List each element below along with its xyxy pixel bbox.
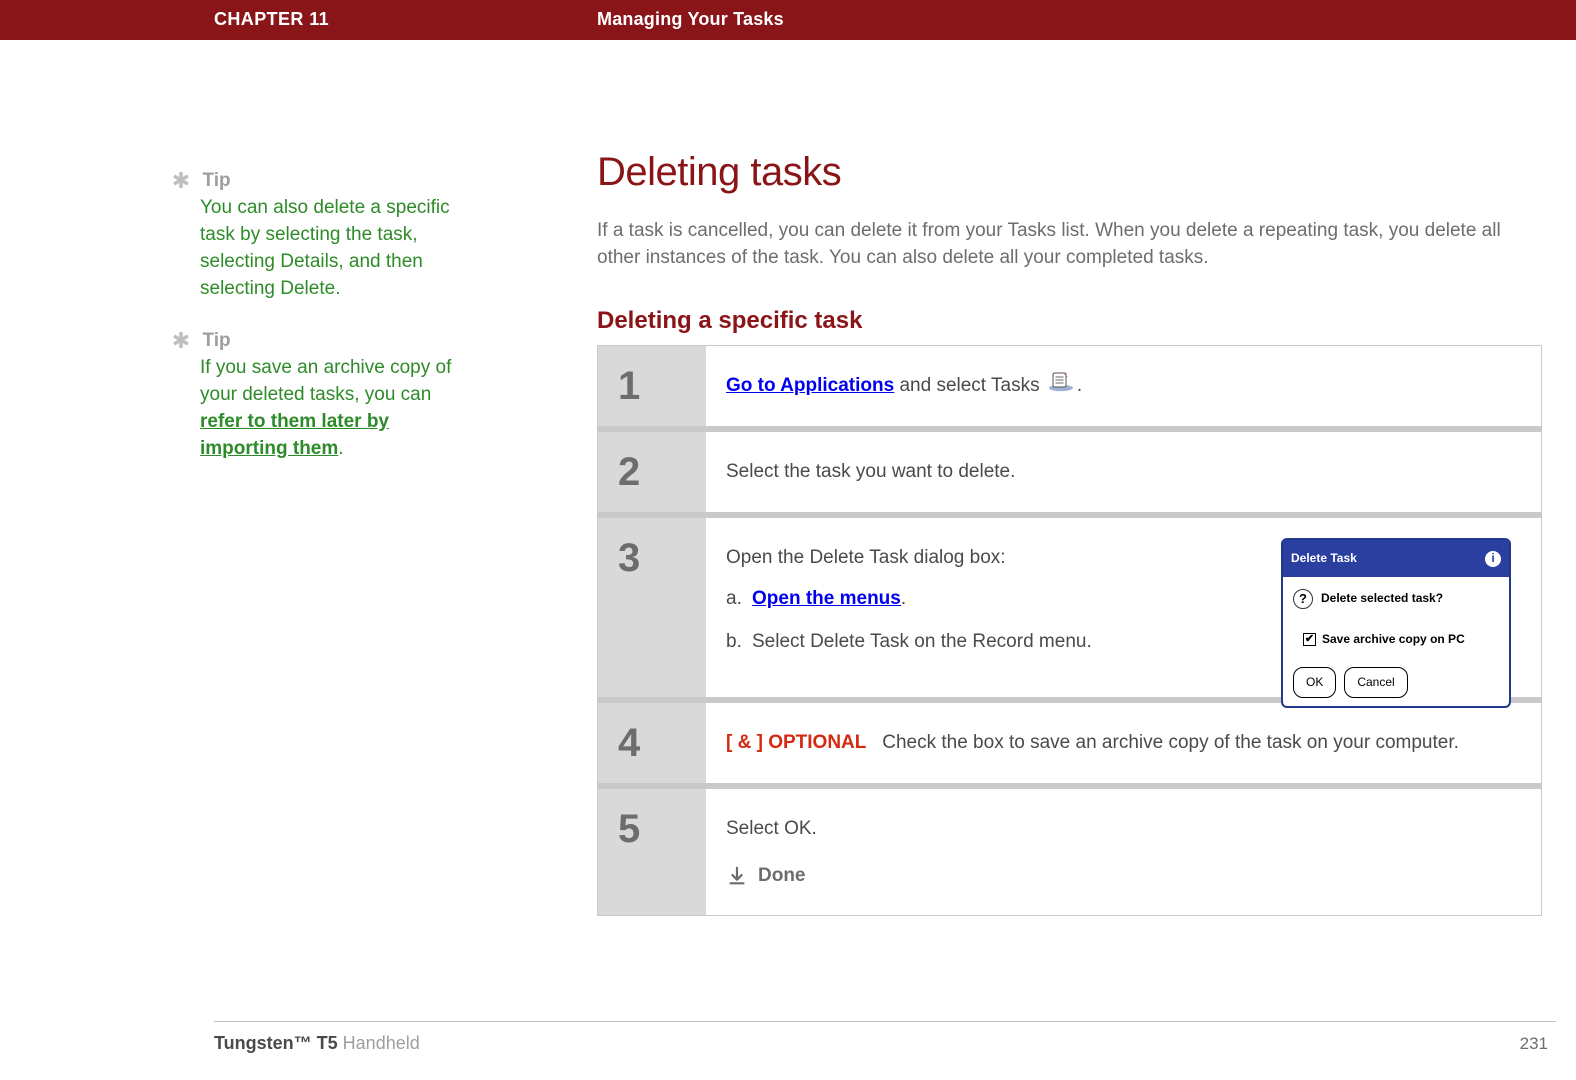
sub-step-link[interactable]: Open the menus [752, 588, 901, 609]
footer-product-bold: Tungsten™ T5 [214, 1033, 338, 1053]
cancel-button: Cancel [1344, 667, 1407, 698]
step-number: 4 [618, 723, 640, 763]
footer-product-rest: Handheld [338, 1033, 420, 1053]
tip-heading: Tip [202, 170, 230, 192]
tip-text: . [338, 438, 343, 459]
step-text: . [1077, 375, 1082, 396]
step-text: Check the box to save an archive copy of… [882, 732, 1459, 753]
sub-step: a. Open the menus. [726, 585, 1251, 612]
dialog-message-row: ? Delete selected task? [1293, 585, 1499, 612]
step-number: 1 [618, 366, 640, 406]
step-text: Select the task you want to delete. [726, 461, 1015, 482]
checkbox-icon: ✔ [1303, 633, 1316, 646]
info-icon: i [1485, 551, 1501, 567]
step-row: 4 [ & ] OPTIONAL Check the box to save a… [598, 703, 1541, 783]
step-number: 2 [618, 452, 640, 492]
done-indicator: Done [726, 862, 1511, 889]
step-number-cell: 5 [598, 789, 706, 915]
tip-heading: Tip [202, 330, 230, 352]
step-number: 5 [618, 809, 640, 849]
step-number-cell: 4 [598, 703, 706, 783]
sub-steps: a. Open the menus. b. Select Delete Task… [726, 585, 1251, 655]
sub-step-text: Select Delete Task on the Record menu. [752, 628, 1092, 655]
step-link[interactable]: Go to Applications [726, 375, 894, 396]
footer-rule [214, 1021, 1556, 1022]
tips-sidebar: ✱ Tip You can also delete a specific tas… [170, 170, 465, 490]
section-lead: If a task is cancelled, you can delete i… [597, 217, 1542, 271]
page-number: 231 [1520, 1034, 1548, 1054]
done-label: Done [758, 862, 806, 889]
step-text: and select Tasks [894, 375, 1045, 396]
sub-step-text: . [901, 588, 906, 609]
sub-step: b. Select Delete Task on the Record menu… [726, 628, 1251, 655]
sub-step-marker: a. [726, 585, 752, 612]
delete-task-dialog-screenshot: Delete Task i ? Delete selected task? [1281, 538, 1511, 708]
dialog-title-text: Delete Task [1291, 545, 1357, 572]
optional-badge: [ & ] OPTIONAL [726, 732, 866, 753]
footer-product: Tungsten™ T5 Handheld [214, 1033, 420, 1054]
tip-body: You can also delete a specific task by s… [200, 194, 465, 302]
archive-checkbox-label: Save archive copy on PC [1322, 626, 1465, 653]
section-heading: Deleting tasks [597, 150, 1542, 195]
tip: ✱ Tip You can also delete a specific tas… [170, 170, 465, 302]
step-body: Open the Delete Task dialog box: a. Open… [706, 518, 1541, 697]
chapter-label: CHAPTER 11 [214, 9, 329, 30]
question-icon: ? [1293, 589, 1313, 609]
step-body: [ & ] OPTIONAL Check the box to save an … [706, 703, 1541, 783]
step-row: 1 Go to Applications and select Tasks [598, 346, 1541, 426]
archive-checkbox-row: ✔ Save archive copy on PC [1303, 626, 1499, 653]
delete-task-dialog: Delete Task i ? Delete selected task? [1281, 538, 1511, 708]
tip: ✱ Tip If you save an archive copy of you… [170, 330, 465, 462]
step-row: 2 Select the task you want to delete. [598, 432, 1541, 512]
step-number-cell: 3 [598, 518, 706, 697]
ok-button: OK [1293, 667, 1336, 698]
tip-link[interactable]: refer to them later by importing them [200, 411, 389, 459]
step-body: Select the task you want to delete. [706, 432, 1541, 512]
dialog-titlebar: Delete Task i [1283, 540, 1509, 577]
step-body: Go to Applications and select Tasks . [706, 346, 1541, 426]
steps-table: 1 Go to Applications and select Tasks [597, 345, 1542, 916]
tasks-app-icon [1048, 372, 1074, 400]
sub-step-marker: b. [726, 628, 752, 655]
chapter-header-band: CHAPTER 11 Managing Your Tasks [0, 0, 1576, 40]
tip-text: If you save an archive copy of your dele… [200, 357, 451, 405]
tip-star-icon: ✱ [170, 330, 192, 352]
tip-body: If you save an archive copy of your dele… [200, 354, 465, 462]
step-row: 5 Select OK. Done [598, 789, 1541, 915]
step-number-cell: 1 [598, 346, 706, 426]
subsection-heading: Deleting a specific task [597, 307, 1542, 335]
step-text: Open the Delete Task dialog box: [726, 547, 1006, 568]
done-arrow-icon [726, 865, 748, 887]
tip-star-icon: ✱ [170, 170, 192, 192]
step-text: Select OK. [726, 818, 817, 839]
step-body: Select OK. Done [706, 789, 1541, 915]
step-number-cell: 2 [598, 432, 706, 512]
chapter-title: Managing Your Tasks [597, 9, 784, 30]
step-number: 3 [618, 538, 640, 578]
dialog-message: Delete selected task? [1321, 585, 1443, 612]
step-row: 3 Open the Delete Task dialog box: a. Op… [598, 518, 1541, 697]
